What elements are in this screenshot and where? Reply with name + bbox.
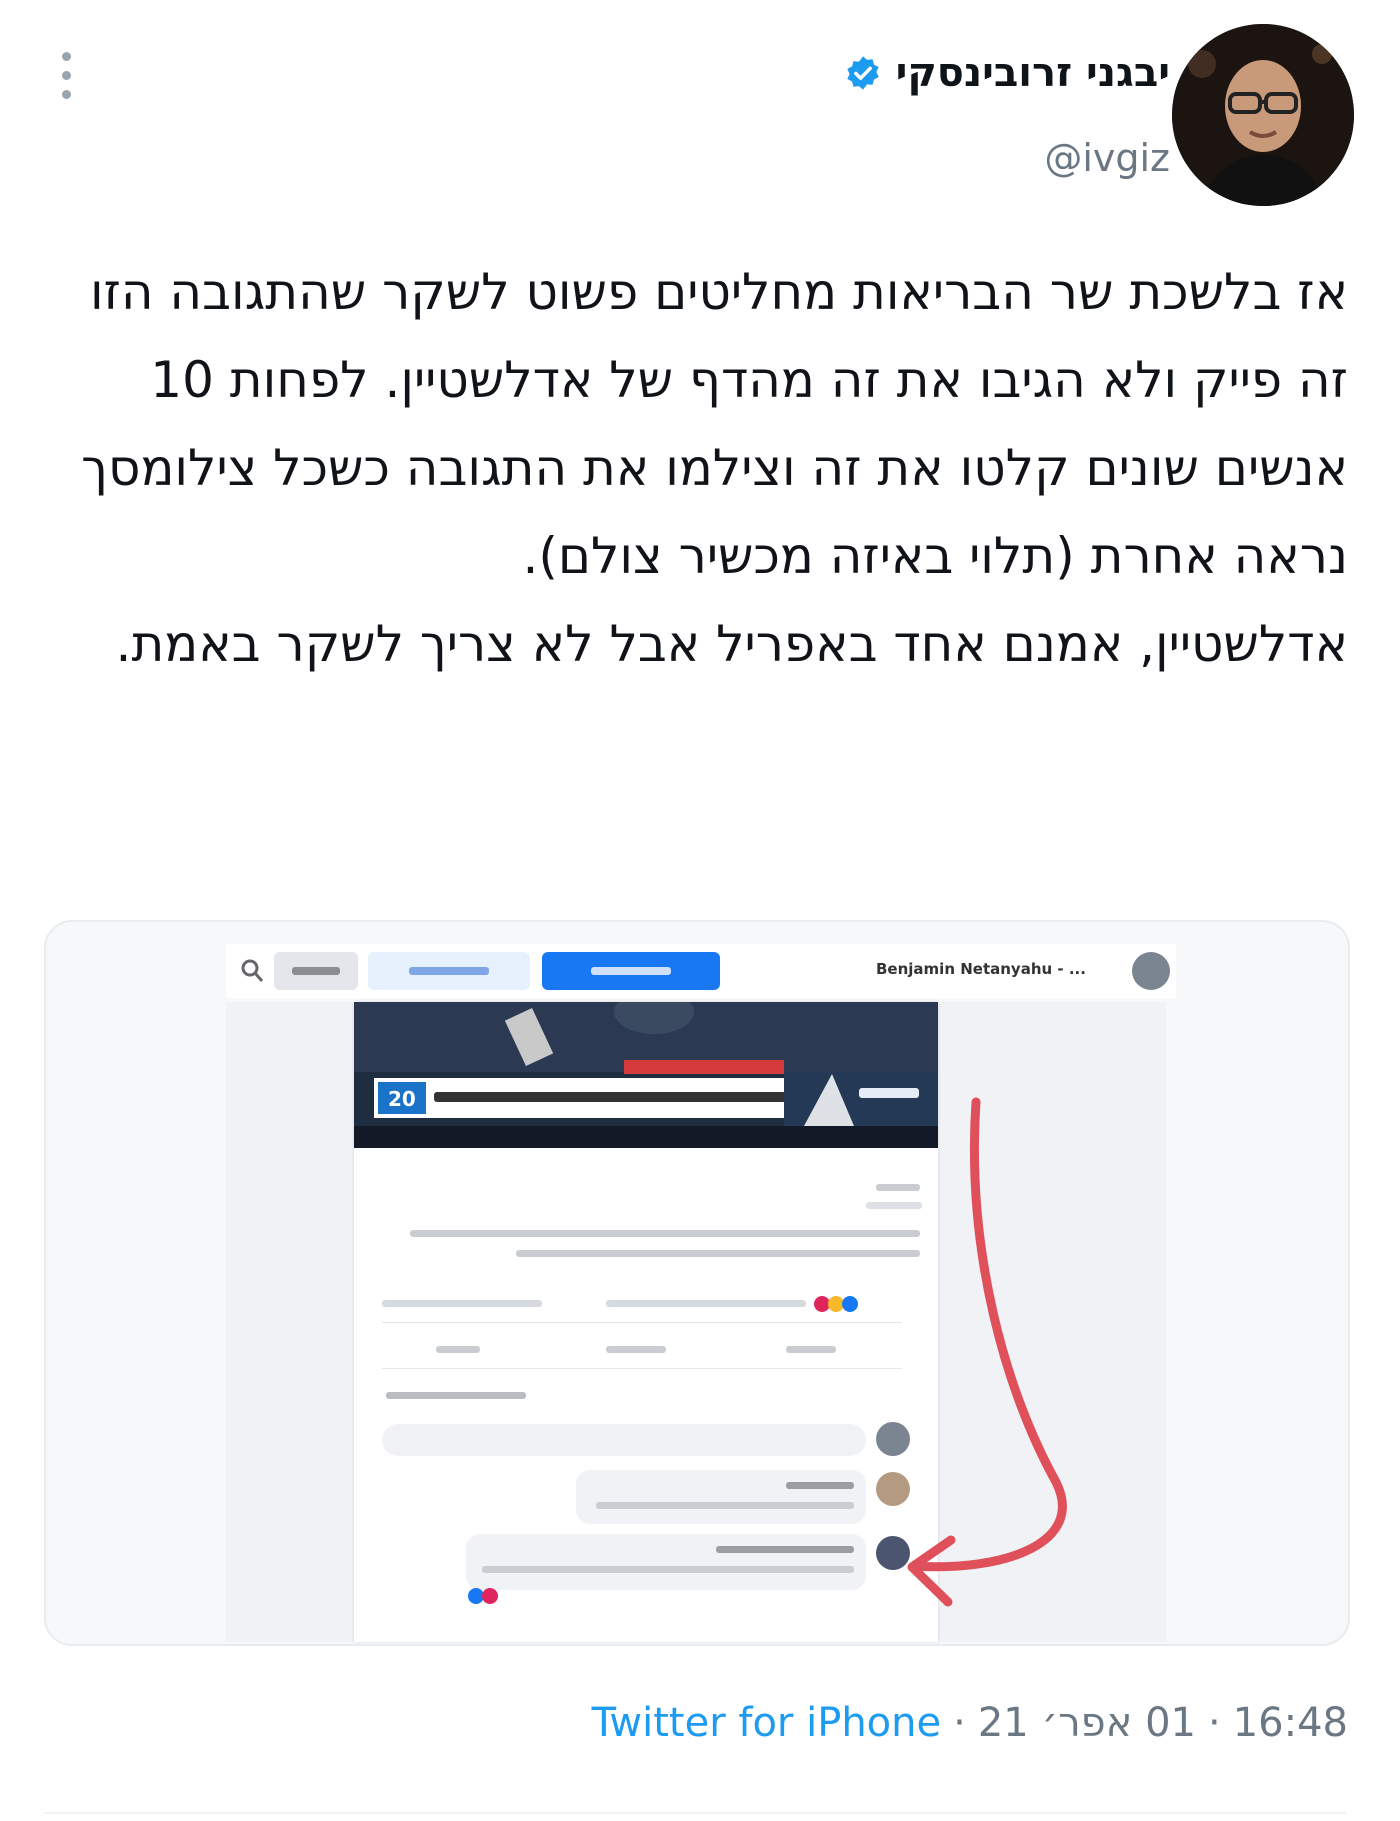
tweet-media-image[interactable]: Benjamin Netanyahu - ... 20	[44, 920, 1350, 1646]
meta-separator: ·	[1208, 1700, 1221, 1746]
tweet-meta: Twitter for iPhone · 01 אפר׳ 21 · 16:48	[592, 1700, 1348, 1746]
footer-divider	[44, 1812, 1346, 1814]
meta-separator: ·	[953, 1700, 966, 1746]
verified-badge-icon	[846, 56, 879, 90]
author-avatar[interactable]	[1172, 24, 1354, 206]
tweet-source-link[interactable]: Twitter for iPhone	[592, 1700, 942, 1746]
author-handle[interactable]: @ivgiz	[1044, 136, 1170, 180]
author-photo	[1172, 24, 1354, 206]
tweet-time[interactable]: 16:48	[1233, 1700, 1348, 1746]
tweet-date[interactable]: 01 אפר׳ 21	[978, 1700, 1196, 1746]
tweet-paragraph: אז בלשכת שר הבריאות מחליטים פשוט לשקר שה…	[81, 263, 1348, 585]
tweet: יבגני זרובינסקי @ivgiz אז בלשכת שר הבריא…	[0, 0, 1400, 1821]
author-name-row: יבגני זרובינסקי	[844, 50, 1170, 96]
red-annotation-arrow-icon	[907, 1097, 1067, 1607]
tweet-paragraph: אדלשטיין, אמנם אחד באפריל אבל לא צריך לש…	[115, 615, 1348, 673]
author-display-name[interactable]: יבגני זרובינסקי	[896, 50, 1170, 96]
facebook-screenshot: Benjamin Netanyahu - ... 20	[46, 922, 1348, 1644]
more-options-icon[interactable]	[54, 52, 78, 112]
tweet-text: אז בלשכת שר הבריאות מחליטים פשוט לשקר שה…	[28, 248, 1348, 688]
